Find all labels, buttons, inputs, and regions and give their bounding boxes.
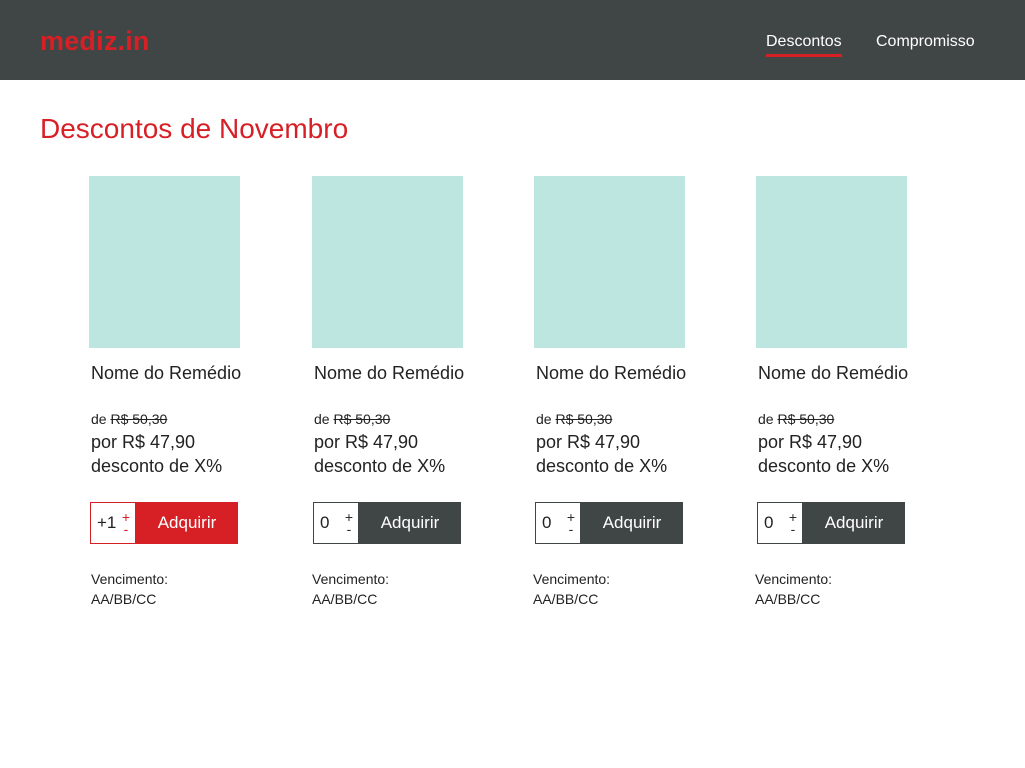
expiry-info: Vencimento: AA/BB/CC [755,569,832,609]
buy-button[interactable]: Adquirir [136,502,238,544]
quantity-stepper[interactable]: +1 + - [90,502,136,544]
expiry-label: Vencimento: [533,571,611,587]
old-price-prefix: de [314,411,330,427]
expiry-date: AA/BB/CC [312,591,378,607]
product-card: Nome do Remédio de R$ 50,30 por R$ 47,90… [312,176,502,616]
quantity-decrease-button[interactable]: - [565,522,577,536]
old-price-prefix: de [536,411,552,427]
quantity-stepper[interactable]: 0 + - [757,502,803,544]
product-image[interactable] [534,176,685,348]
buy-button[interactable]: Adquirir [803,502,905,544]
expiry-date: AA/BB/CC [91,591,157,607]
new-price: por R$ 47,90 [314,432,419,452]
product-name: Nome do Remédio [314,363,465,383]
buy-button[interactable]: Adquirir [581,502,683,544]
old-price-value: R$ 50,30 [555,411,613,427]
old-price: de R$ 50,30 [91,410,167,428]
buy-group: +1 + - Adquirir [90,502,238,544]
quantity-value: 0 [542,513,552,532]
old-price-value: R$ 50,30 [110,411,168,427]
expiry-label: Vencimento: [755,571,833,587]
expiry-info: Vencimento: AA/BB/CC [312,569,389,609]
new-price: por R$ 47,90 [536,432,641,452]
discount-label: desconto de X% [314,456,446,476]
expiry-date: AA/BB/CC [533,591,599,607]
buy-button[interactable]: Adquirir [359,502,461,544]
product-card: Nome do Remédio de R$ 50,30 por R$ 47,90… [89,176,279,616]
buy-group: 0 + - Adquirir [757,502,905,544]
quantity-decrease-button[interactable]: - [120,522,132,536]
quantity-stepper[interactable]: 0 + - [535,502,581,544]
expiry-info: Vencimento: AA/BB/CC [533,569,610,609]
expiry-date: AA/BB/CC [755,591,821,607]
buy-group: 0 + - Adquirir [313,502,461,544]
quantity-value: 0 [320,513,330,532]
product-name: Nome do Remédio [536,363,687,383]
nav-link-descontos[interactable]: Descontos [766,32,842,57]
quantity-decrease-button[interactable]: - [343,522,355,536]
new-price: por R$ 47,90 [91,432,196,452]
product-card: Nome do Remédio de R$ 50,30 por R$ 47,90… [755,176,946,616]
old-price: de R$ 50,30 [314,410,390,428]
old-price: de R$ 50,30 [536,410,612,428]
product-card: Nome do Remédio de R$ 50,30 por R$ 47,90… [533,176,724,616]
quantity-decrease-button[interactable]: - [787,522,799,536]
quantity-stepper[interactable]: 0 + - [313,502,359,544]
quantity-value: 0 [764,513,774,532]
buy-group: 0 + - Adquirir [535,502,683,544]
product-image[interactable] [756,176,907,348]
expiry-label: Vencimento: [91,571,169,587]
expiry-info: Vencimento: AA/BB/CC [91,569,168,609]
page-title: Descontos de Novembro [40,113,349,144]
product-image[interactable] [89,176,240,348]
discount-label: desconto de X% [758,456,890,476]
old-price-value: R$ 50,30 [777,411,835,427]
discount-label: desconto de X% [536,456,668,476]
product-name: Nome do Remédio [758,363,909,383]
top-header: mediz.in Descontos Compromisso [0,0,1025,80]
quantity-value: +1 [97,513,117,532]
product-name: Nome do Remédio [91,363,242,383]
old-price: de R$ 50,30 [758,410,834,428]
old-price-prefix: de [758,411,774,427]
product-image[interactable] [312,176,463,348]
old-price-prefix: de [91,411,107,427]
new-price: por R$ 47,90 [758,432,863,452]
old-price-value: R$ 50,30 [333,411,391,427]
logo[interactable]: mediz.in [40,25,150,57]
nav-link-compromisso[interactable]: Compromisso [876,32,975,52]
expiry-label: Vencimento: [312,571,390,587]
discount-label: desconto de X% [91,456,223,476]
